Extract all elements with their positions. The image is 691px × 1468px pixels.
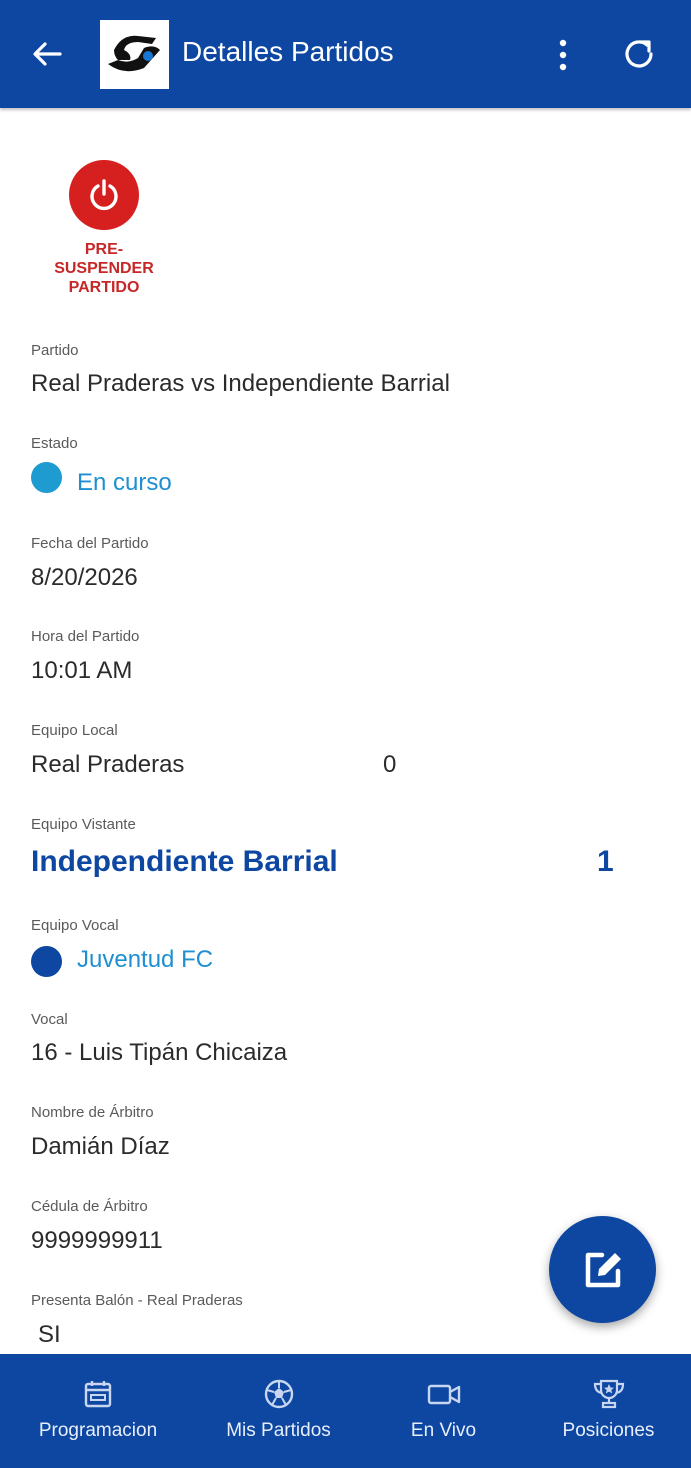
pre-suspend-label: PRE- SUSPENDER PARTIDO <box>54 241 154 296</box>
refresh-icon <box>625 40 653 68</box>
arbitro-label: Nombre de Árbitro <box>31 1104 154 1121</box>
nav-programacion[interactable]: Programacion <box>0 1354 196 1468</box>
logo-icon <box>107 35 160 71</box>
hora-value: 10:01 AM <box>31 657 133 684</box>
equipo-visitante-value: Independiente Barrial <box>31 845 338 878</box>
bottom-navigation: Programacion Mis Partidos En Vivo Posici… <box>0 1354 691 1468</box>
equipo-local-value: Real Praderas <box>31 751 185 778</box>
pre-suspend-button[interactable]: PRE- SUSPENDER PARTIDO <box>40 160 168 297</box>
equipo-vocal-label: Equipo Vocal <box>31 917 119 934</box>
trophy-icon <box>593 1379 624 1409</box>
arbitro-value: Damián Díaz <box>31 1133 170 1160</box>
app-logo <box>100 20 169 89</box>
edit-fab-button[interactable] <box>549 1216 656 1323</box>
nav-mis-partidos-label: Mis Partidos <box>226 1420 331 1441</box>
app-bar: Detalles Partidos <box>0 0 691 108</box>
cedula-label: Cédula de Árbitro <box>31 1198 148 1215</box>
calendar-icon <box>84 1381 112 1408</box>
soccer-ball-icon <box>264 1379 293 1409</box>
fecha-value: 8/20/2026 <box>31 564 138 591</box>
equipo-local-score: 0 <box>383 751 397 778</box>
partido-value: Real Praderas vs Independiente Barrial <box>31 370 450 397</box>
nav-mis-partidos[interactable]: Mis Partidos <box>196 1354 361 1468</box>
equipo-visitante-score: 1 <box>597 845 614 878</box>
cedula-value: 9999999911 <box>31 1227 163 1254</box>
fecha-label: Fecha del Partido <box>31 535 149 552</box>
vocal-value: 16 - Luis Tipán Chicaiza <box>31 1039 288 1066</box>
estado-label: Estado <box>31 435 78 452</box>
page-title: Detalles Partidos <box>182 36 394 67</box>
hora-label: Hora del Partido <box>31 628 140 645</box>
partido-label: Partido <box>31 342 79 359</box>
back-button[interactable] <box>26 33 68 75</box>
video-camera-icon <box>427 1384 460 1405</box>
balon-label: Presenta Balón - Real Praderas <box>31 1292 243 1309</box>
more-vertical-icon <box>559 39 567 71</box>
vocal-label: Vocal <box>31 1011 68 1028</box>
more-options-button[interactable] <box>546 36 580 74</box>
estado-status-dot <box>31 462 62 493</box>
arrow-left-icon <box>33 42 62 66</box>
equipo-vocal-value: Juventud FC <box>77 946 214 973</box>
power-icon <box>90 179 118 211</box>
estado-value: En curso <box>77 469 172 496</box>
nav-posiciones[interactable]: Posiciones <box>526 1354 691 1468</box>
nav-en-vivo[interactable]: En Vivo <box>361 1354 526 1468</box>
balon-value: SI <box>38 1321 61 1348</box>
nav-programacion-label: Programacion <box>38 1420 158 1441</box>
nav-posiciones-label: Posiciones <box>562 1420 655 1441</box>
edit-icon <box>585 1252 621 1287</box>
equipo-vocal-dot <box>31 946 62 977</box>
pre-suspend-circle[interactable] <box>69 160 139 230</box>
equipo-visitante-label: Equipo Vistante <box>31 816 136 833</box>
nav-en-vivo-label: En Vivo <box>410 1420 477 1441</box>
refresh-button[interactable] <box>618 33 660 75</box>
equipo-local-label: Equipo Local <box>31 722 118 739</box>
